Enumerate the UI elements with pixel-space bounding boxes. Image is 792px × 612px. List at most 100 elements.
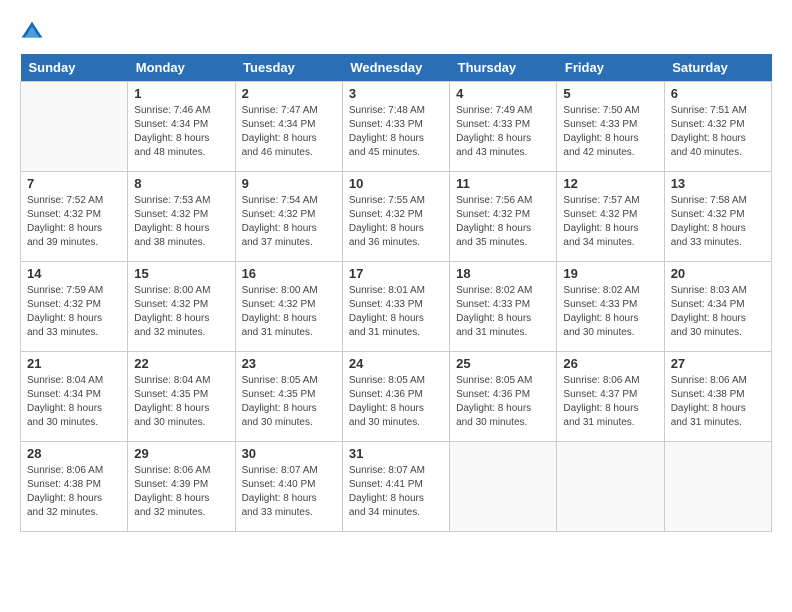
calendar-cell bbox=[557, 442, 664, 532]
calendar-cell: 9 Sunrise: 7:54 AM Sunset: 4:32 PM Daylig… bbox=[235, 172, 342, 262]
day-info: Sunrise: 7:58 AM Sunset: 4:32 PM Dayligh… bbox=[671, 194, 765, 250]
calendar-cell: 30Sunrise: 8:07 AM Sunset: 4:40 PM Dayli… bbox=[235, 442, 342, 532]
calendar-cell: 15 Sunrise: 8:00 AM Sunset: 4:32 PM Dayli… bbox=[128, 262, 235, 352]
day-number: 27 bbox=[671, 356, 765, 371]
day-info: Sunrise: 7:53 AM Sunset: 4:32 PM Dayligh… bbox=[134, 194, 228, 250]
calendar-header-sunday: Sunday bbox=[21, 54, 128, 82]
calendar-cell: 1 Sunrise: 7:46 AM Sunset: 4:34 PM Daylig… bbox=[128, 82, 235, 172]
day-number: 21 bbox=[27, 356, 121, 371]
day-number: 19 bbox=[563, 266, 657, 281]
day-number: 2 bbox=[242, 86, 336, 101]
day-number: 4 bbox=[456, 86, 550, 101]
day-number: 11 bbox=[456, 176, 550, 191]
day-info: Sunrise: 7:50 AM Sunset: 4:33 PM Dayligh… bbox=[563, 104, 657, 160]
day-info: Sunrise: 8:02 AM Sunset: 4:33 PM Dayligh… bbox=[563, 284, 657, 340]
calendar-cell: 2 Sunrise: 7:47 AM Sunset: 4:34 PM Daylig… bbox=[235, 82, 342, 172]
day-number: 3 bbox=[349, 86, 443, 101]
calendar-cell: 5 Sunrise: 7:50 AM Sunset: 4:33 PM Daylig… bbox=[557, 82, 664, 172]
day-info: Sunrise: 8:07 AM Sunset: 4:40 PM Dayligh… bbox=[242, 464, 336, 520]
calendar-cell: 22 Sunrise: 8:04 AM Sunset: 4:35 PM Dayli… bbox=[128, 352, 235, 442]
day-number: 15 bbox=[134, 266, 228, 281]
day-info: Sunrise: 7:46 AM Sunset: 4:34 PM Dayligh… bbox=[134, 104, 228, 160]
day-number: 23 bbox=[242, 356, 336, 371]
calendar-cell: 8 Sunrise: 7:53 AM Sunset: 4:32 PM Daylig… bbox=[128, 172, 235, 262]
calendar-header-thursday: Thursday bbox=[450, 54, 557, 82]
day-info: Sunrise: 8:00 AM Sunset: 4:32 PM Dayligh… bbox=[242, 284, 336, 340]
day-number: 17 bbox=[349, 266, 443, 281]
day-number: 24 bbox=[349, 356, 443, 371]
day-info: Sunrise: 8:04 AM Sunset: 4:34 PM Dayligh… bbox=[27, 374, 121, 430]
calendar-cell: 7Sunrise: 7:52 AM Sunset: 4:32 PM Daylig… bbox=[21, 172, 128, 262]
calendar-header-friday: Friday bbox=[557, 54, 664, 82]
day-info: Sunrise: 8:05 AM Sunset: 4:35 PM Dayligh… bbox=[242, 374, 336, 430]
day-number: 16 bbox=[242, 266, 336, 281]
day-number: 18 bbox=[456, 266, 550, 281]
calendar-cell: 31 Sunrise: 8:07 AM Sunset: 4:41 PM Dayli… bbox=[342, 442, 449, 532]
day-info: Sunrise: 8:02 AM Sunset: 4:33 PM Dayligh… bbox=[456, 284, 550, 340]
logo bbox=[20, 20, 48, 44]
calendar-cell: 27Sunrise: 8:06 AM Sunset: 4:38 PM Dayli… bbox=[664, 352, 771, 442]
calendar-cell bbox=[21, 82, 128, 172]
day-info: Sunrise: 7:47 AM Sunset: 4:34 PM Dayligh… bbox=[242, 104, 336, 160]
day-number: 8 bbox=[134, 176, 228, 191]
calendar-cell: 10 Sunrise: 7:55 AM Sunset: 4:32 PM Dayli… bbox=[342, 172, 449, 262]
day-info: Sunrise: 8:07 AM Sunset: 4:41 PM Dayligh… bbox=[349, 464, 443, 520]
day-number: 25 bbox=[456, 356, 550, 371]
calendar-cell bbox=[450, 442, 557, 532]
day-info: Sunrise: 7:54 AM Sunset: 4:32 PM Dayligh… bbox=[242, 194, 336, 250]
calendar-cell: 20Sunrise: 8:03 AM Sunset: 4:34 PM Dayli… bbox=[664, 262, 771, 352]
calendar-table: SundayMondayTuesdayWednesdayThursdayFrid… bbox=[20, 54, 772, 532]
calendar-cell: 25 Sunrise: 8:05 AM Sunset: 4:36 PM Dayli… bbox=[450, 352, 557, 442]
day-info: Sunrise: 7:59 AM Sunset: 4:32 PM Dayligh… bbox=[27, 284, 121, 340]
calendar-cell: 3 Sunrise: 7:48 AM Sunset: 4:33 PM Daylig… bbox=[342, 82, 449, 172]
calendar-cell: 19 Sunrise: 8:02 AM Sunset: 4:33 PM Dayli… bbox=[557, 262, 664, 352]
day-info: Sunrise: 8:05 AM Sunset: 4:36 PM Dayligh… bbox=[349, 374, 443, 430]
calendar-header-saturday: Saturday bbox=[664, 54, 771, 82]
day-number: 13 bbox=[671, 176, 765, 191]
calendar-week-row: 28Sunrise: 8:06 AM Sunset: 4:38 PM Dayli… bbox=[21, 442, 772, 532]
day-number: 1 bbox=[134, 86, 228, 101]
day-info: Sunrise: 8:04 AM Sunset: 4:35 PM Dayligh… bbox=[134, 374, 228, 430]
calendar-cell: 21 Sunrise: 8:04 AM Sunset: 4:34 PM Dayli… bbox=[21, 352, 128, 442]
day-info: Sunrise: 8:00 AM Sunset: 4:32 PM Dayligh… bbox=[134, 284, 228, 340]
calendar-week-row: 7Sunrise: 7:52 AM Sunset: 4:32 PM Daylig… bbox=[21, 172, 772, 262]
calendar-cell: 11 Sunrise: 7:56 AM Sunset: 4:32 PM Dayli… bbox=[450, 172, 557, 262]
day-info: Sunrise: 7:52 AM Sunset: 4:32 PM Dayligh… bbox=[27, 194, 121, 250]
day-number: 22 bbox=[134, 356, 228, 371]
calendar-cell: 12Sunrise: 7:57 AM Sunset: 4:32 PM Dayli… bbox=[557, 172, 664, 262]
day-info: Sunrise: 8:03 AM Sunset: 4:34 PM Dayligh… bbox=[671, 284, 765, 340]
day-info: Sunrise: 7:56 AM Sunset: 4:32 PM Dayligh… bbox=[456, 194, 550, 250]
day-info: Sunrise: 8:05 AM Sunset: 4:36 PM Dayligh… bbox=[456, 374, 550, 430]
calendar-header-tuesday: Tuesday bbox=[235, 54, 342, 82]
day-number: 31 bbox=[349, 446, 443, 461]
day-number: 6 bbox=[671, 86, 765, 101]
day-number: 10 bbox=[349, 176, 443, 191]
logo-icon bbox=[20, 20, 44, 44]
calendar-week-row: 14 Sunrise: 7:59 AM Sunset: 4:32 PM Dayli… bbox=[21, 262, 772, 352]
day-number: 29 bbox=[134, 446, 228, 461]
day-number: 28 bbox=[27, 446, 121, 461]
calendar-week-row: 21 Sunrise: 8:04 AM Sunset: 4:34 PM Dayli… bbox=[21, 352, 772, 442]
calendar-cell: 26 Sunrise: 8:06 AM Sunset: 4:37 PM Dayli… bbox=[557, 352, 664, 442]
day-number: 9 bbox=[242, 176, 336, 191]
calendar-cell: 17Sunrise: 8:01 AM Sunset: 4:33 PM Dayli… bbox=[342, 262, 449, 352]
day-number: 14 bbox=[27, 266, 121, 281]
day-info: Sunrise: 7:48 AM Sunset: 4:33 PM Dayligh… bbox=[349, 104, 443, 160]
calendar-cell: 24 Sunrise: 8:05 AM Sunset: 4:36 PM Dayli… bbox=[342, 352, 449, 442]
day-info: Sunrise: 7:51 AM Sunset: 4:32 PM Dayligh… bbox=[671, 104, 765, 160]
day-info: Sunrise: 7:55 AM Sunset: 4:32 PM Dayligh… bbox=[349, 194, 443, 250]
day-number: 26 bbox=[563, 356, 657, 371]
calendar-header-row: SundayMondayTuesdayWednesdayThursdayFrid… bbox=[21, 54, 772, 82]
calendar-cell bbox=[664, 442, 771, 532]
day-info: Sunrise: 8:06 AM Sunset: 4:37 PM Dayligh… bbox=[563, 374, 657, 430]
calendar-cell: 14 Sunrise: 7:59 AM Sunset: 4:32 PM Dayli… bbox=[21, 262, 128, 352]
calendar-cell: 6 Sunrise: 7:51 AM Sunset: 4:32 PM Daylig… bbox=[664, 82, 771, 172]
calendar-header-monday: Monday bbox=[128, 54, 235, 82]
calendar-header-wednesday: Wednesday bbox=[342, 54, 449, 82]
day-number: 5 bbox=[563, 86, 657, 101]
calendar-cell: 18 Sunrise: 8:02 AM Sunset: 4:33 PM Dayli… bbox=[450, 262, 557, 352]
calendar-cell: 13 Sunrise: 7:58 AM Sunset: 4:32 PM Dayli… bbox=[664, 172, 771, 262]
calendar-cell: 29 Sunrise: 8:06 AM Sunset: 4:39 PM Dayli… bbox=[128, 442, 235, 532]
calendar-cell: 28Sunrise: 8:06 AM Sunset: 4:38 PM Dayli… bbox=[21, 442, 128, 532]
day-info: Sunrise: 8:06 AM Sunset: 4:39 PM Dayligh… bbox=[134, 464, 228, 520]
